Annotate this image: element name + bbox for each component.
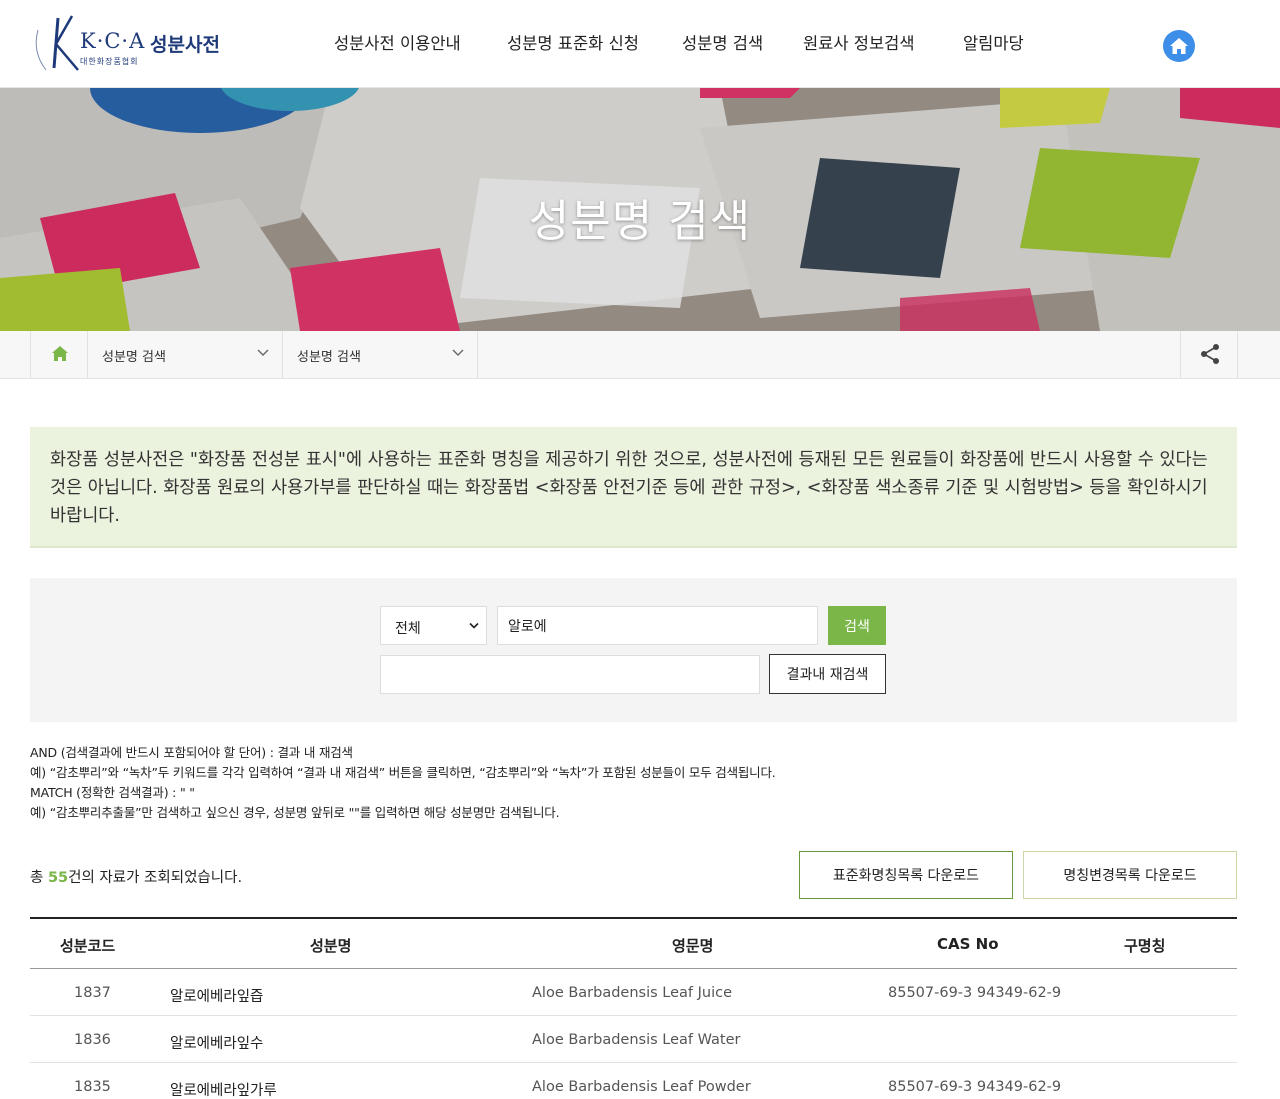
col-cas-no: CAS No [937, 935, 999, 953]
kca-logo[interactable]: K·C·A 성분사전 대한화장품협회 [28, 12, 228, 74]
table-header: 성분코드 성분명 영문명 CAS No 구명칭 [30, 919, 1237, 969]
logo-title: 성분사전 [150, 34, 220, 56]
site-header: K·C·A 성분사전 대한화장품협회 성분사전 이용안내 성분명 표준화 신청 … [0, 0, 1280, 88]
help-line-match-example: 예) “감초뿌리추출물”만 검색하고 싶으신 경우, 성분명 앞뒤로 ""를 입… [30, 805, 560, 820]
logo-text: K·C·A [80, 29, 146, 53]
cell-cas-no: 85507-69-3 94349-62-9 [888, 1079, 1062, 1095]
nav-ingredient-search[interactable]: 성분명 검색 [682, 30, 763, 54]
cell-name-link[interactable]: 알로에베라잎즙 [170, 985, 263, 1006]
chevron-down-icon [257, 349, 269, 356]
result-count-prefix: 총 [30, 870, 48, 886]
search-field-select-value: 전체 [395, 621, 421, 637]
download-standard-list-button[interactable]: 표준화명칭목록 다운로드 [799, 851, 1013, 899]
breadcrumb-level1-dropdown[interactable]: 성분명 검색 [88, 331, 283, 378]
download-changed-list-button[interactable]: 명칭변경목록 다운로드 [1023, 851, 1237, 899]
chevron-down-icon [469, 622, 479, 629]
nav-notice-board[interactable]: 알림마당 [963, 30, 1024, 54]
breadcrumb-level2-dropdown[interactable]: 성분명 검색 [283, 331, 478, 378]
search-field-select[interactable]: 전체 [380, 606, 487, 645]
chevron-down-icon [452, 349, 464, 356]
col-code: 성분코드 [60, 937, 116, 955]
refine-search-button[interactable]: 결과내 재검색 [769, 654, 886, 694]
breadcrumb: 성분명 검색 성분명 검색 [0, 331, 1280, 379]
hero-banner: 성분명 검색 [0, 88, 1280, 331]
cell-code: 1836 [74, 1032, 111, 1048]
cell-code: 1837 [74, 985, 111, 1001]
cell-english-name: Aloe Barbadensis Leaf Water [532, 1032, 741, 1048]
search-button[interactable]: 검색 [828, 606, 886, 645]
search-input[interactable] [497, 606, 818, 645]
cell-english-name: Aloe Barbadensis Leaf Juice [532, 985, 733, 1001]
share-icon [1201, 344, 1219, 364]
home-icon [1170, 38, 1188, 54]
breadcrumb-level2-label: 성분명 검색 [297, 350, 361, 365]
search-panel: 전체 검색 결과내 재검색 [30, 578, 1237, 722]
nav-supplier-search[interactable]: 원료사 정보검색 [803, 30, 915, 54]
results-table: 성분코드 성분명 영문명 CAS No 구명칭 1837 알로에베라잎즙 Alo… [30, 917, 1237, 1099]
nav-guide[interactable]: 성분사전 이용안내 [334, 30, 461, 54]
result-count: 총 55건의 자료가 조회되었습니다. [30, 866, 242, 887]
home-button[interactable] [1163, 30, 1195, 62]
help-line-match: MATCH (정확한 검색결과) : " " [30, 785, 195, 800]
help-line-and: AND (검색결과에 반드시 포함되어야 할 단어) : 결과 내 재검색 [30, 745, 353, 760]
cell-name-link[interactable]: 알로에베라잎가루 [170, 1079, 277, 1099]
breadcrumb-home[interactable] [30, 331, 88, 378]
table-row[interactable]: 1835 알로에베라잎가루 Aloe Barbadensis Leaf Powd… [30, 1063, 1237, 1099]
col-old-name: 구명칭 [1124, 937, 1166, 955]
refine-search-input[interactable] [380, 655, 760, 694]
logo-mark-icon [35, 15, 79, 71]
nav-standardization[interactable]: 성분명 표준화 신청 [507, 30, 639, 54]
home-icon [52, 346, 68, 361]
logo-subtitle: 대한화장품협회 [80, 57, 139, 66]
col-english-name: 영문명 [672, 937, 714, 955]
cell-code: 1835 [74, 1079, 111, 1095]
notice-box: 화장품 성분사전은 "화장품 전성분 표시"에 사용하는 표준화 명칭을 제공하… [30, 427, 1237, 548]
share-button[interactable] [1180, 331, 1238, 378]
result-count-number: 55 [47, 870, 69, 886]
table-row[interactable]: 1837 알로에베라잎즙 Aloe Barbadensis Leaf Juice… [30, 969, 1237, 1016]
cell-name-link[interactable]: 알로에베라잎수 [170, 1032, 263, 1053]
table-row[interactable]: 1836 알로에베라잎수 Aloe Barbadensis Leaf Water [30, 1016, 1237, 1063]
breadcrumb-level1-label: 성분명 검색 [102, 350, 166, 365]
search-help: AND (검색결과에 반드시 포함되어야 할 단어) : 결과 내 재검색 예)… [30, 743, 776, 823]
help-line-and-example: 예) “감초뿌리”와 “녹차”두 키워드를 각각 입력하여 “결과 내 재검색”… [30, 765, 776, 780]
cell-cas-no: 85507-69-3 94349-62-9 [888, 985, 1062, 1001]
cell-english-name: Aloe Barbadensis Leaf Powder [532, 1079, 751, 1095]
page-hero-title: 성분명 검색 [528, 196, 752, 247]
col-name: 성분명 [310, 937, 352, 955]
result-count-suffix: 건의 자료가 조회되었습니다. [68, 870, 243, 886]
